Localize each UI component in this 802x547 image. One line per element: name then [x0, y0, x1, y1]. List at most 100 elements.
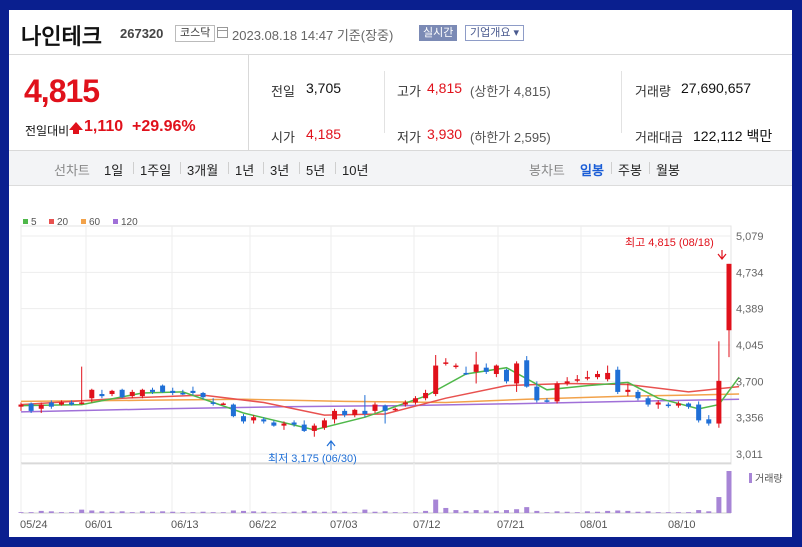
ma20-line [20, 382, 740, 416]
tab-3y[interactable]: 3년 [270, 160, 289, 179]
x-tick-label: 06/01 [85, 519, 113, 531]
volume-bar [544, 512, 550, 513]
candle-body [119, 389, 125, 398]
candle-body [210, 402, 216, 404]
candle-body [230, 404, 236, 417]
volume-grid [20, 462, 731, 514]
candle-chart-tab[interactable]: 봉차트 [529, 160, 565, 179]
tab-daily[interactable]: 일봉 [580, 160, 604, 179]
open-value: 4,185 [306, 126, 342, 142]
volume-bar [342, 511, 348, 513]
volume-bar [493, 510, 499, 513]
candle-body [534, 386, 540, 401]
price-panel: 4,815 전일대비 1,110 +29.96% [9, 55, 249, 150]
volume-bar [271, 512, 277, 513]
high-arrow-icon [717, 250, 727, 260]
volume-bar [574, 512, 580, 513]
candle-body [362, 410, 368, 415]
line-chart-tab[interactable]: 선차트 [54, 160, 90, 179]
volume-bar [58, 512, 64, 513]
y-axis-ticks: 5,079 4,734 4,389 4,045 3,700 3,356 3,011 [736, 231, 764, 461]
x-axis-ticks: 05/24 06/01 06/13 06/22 07/03 07/12 07/21 08/01… [20, 519, 696, 531]
candle-body [99, 394, 105, 397]
low-value: 3,930 [427, 126, 463, 142]
candle-body [544, 400, 550, 402]
candle-body [38, 404, 44, 409]
tab-divider [228, 162, 229, 174]
volume-bar [190, 512, 196, 513]
high-annotation: 최고 4,815 (08/18) [625, 236, 714, 249]
tab-monthly[interactable]: 월봉 [656, 160, 680, 179]
quote-divider [384, 71, 385, 133]
candle-body [463, 372, 469, 375]
tab-divider [299, 162, 300, 174]
company-overview-dropdown[interactable]: 기업개요 ▾ [465, 25, 525, 41]
candle-body [170, 390, 176, 393]
candle-body [686, 403, 692, 407]
y-tick-label: 4,045 [736, 340, 764, 352]
stock-name[interactable]: 나인테크 [21, 19, 102, 51]
volume-bar [48, 511, 54, 513]
candlestick-chart: 5 20 60 120 거래량 5,079 4,734 4,389 4,045 3,700 3,… [9, 186, 792, 537]
upper-limit: (상한가 4,815) [470, 84, 551, 99]
y-tick-label: 4,734 [736, 267, 764, 279]
price-change-percent: +29.96% [132, 118, 196, 135]
candle-body [706, 419, 712, 424]
volume-bar [615, 510, 621, 513]
realtime-button[interactable]: 실시간 [419, 25, 458, 41]
candle-body [392, 408, 398, 411]
tab-5y[interactable]: 5년 [306, 160, 325, 179]
quote-divider [621, 71, 622, 133]
candle-body [503, 369, 509, 382]
tab-weekly[interactable]: 주봉 [618, 160, 642, 179]
volume-bar [281, 512, 287, 513]
x-tick-label: 07/21 [497, 519, 525, 531]
volume-bar [129, 512, 135, 513]
volume-legend-label: 거래량 [755, 473, 783, 485]
volume-bar [200, 511, 206, 513]
volume-bar [645, 511, 651, 513]
candle-body [372, 404, 378, 411]
annotations: 최고 4,815 (08/18) 최저 3,175 (06/30) [268, 236, 727, 465]
candle-body [514, 363, 520, 384]
volume-bar [564, 511, 570, 513]
candle-body [574, 379, 580, 381]
candle-body [149, 389, 155, 392]
tab-divider [180, 162, 181, 174]
volume-bar [382, 511, 388, 513]
candle-body [109, 390, 115, 395]
candle-body [48, 402, 54, 407]
tab-1w[interactable]: 1주일 [140, 160, 171, 179]
x-tick-label: 08/01 [580, 519, 608, 531]
volume-bar [119, 511, 125, 513]
volume-bar [534, 510, 540, 513]
volume-bar [453, 510, 459, 513]
tab-1y[interactable]: 1년 [235, 160, 254, 179]
tab-divider [649, 162, 650, 174]
candle-body [251, 417, 257, 421]
volume-bar [18, 512, 24, 513]
stock-header: 나인테크 267320 코스닥 2023.08.18 14:47 기준(장중) … [9, 10, 792, 55]
volume-bar [220, 512, 226, 513]
tab-divider [611, 162, 612, 174]
volume-bars: 거래량 [18, 471, 783, 513]
x-tick-label: 05/24 [20, 519, 48, 531]
y-tick-label: 5,079 [736, 231, 764, 243]
candle-body [271, 422, 277, 426]
tab-10y[interactable]: 10년 [342, 160, 368, 179]
volume-bar [210, 512, 216, 513]
candle-body [342, 410, 348, 416]
calendar-icon [217, 27, 228, 38]
high-value: 4,815 [427, 80, 463, 96]
tab-3m[interactable]: 3개월 [187, 160, 218, 179]
candle-body [696, 404, 702, 421]
candle-body [352, 409, 358, 416]
tab-1d[interactable]: 1일 [104, 160, 123, 179]
candle-body [58, 402, 64, 405]
quote-summary: 4,815 전일대비 1,110 +29.96% 전일 3,705 시가 4,1… [9, 55, 792, 151]
volume-bar [605, 510, 611, 513]
volume-bar [109, 511, 115, 513]
lower-limit: (하한가 2,595) [470, 130, 551, 145]
candle-body [382, 405, 388, 411]
volume-bar [321, 511, 327, 513]
